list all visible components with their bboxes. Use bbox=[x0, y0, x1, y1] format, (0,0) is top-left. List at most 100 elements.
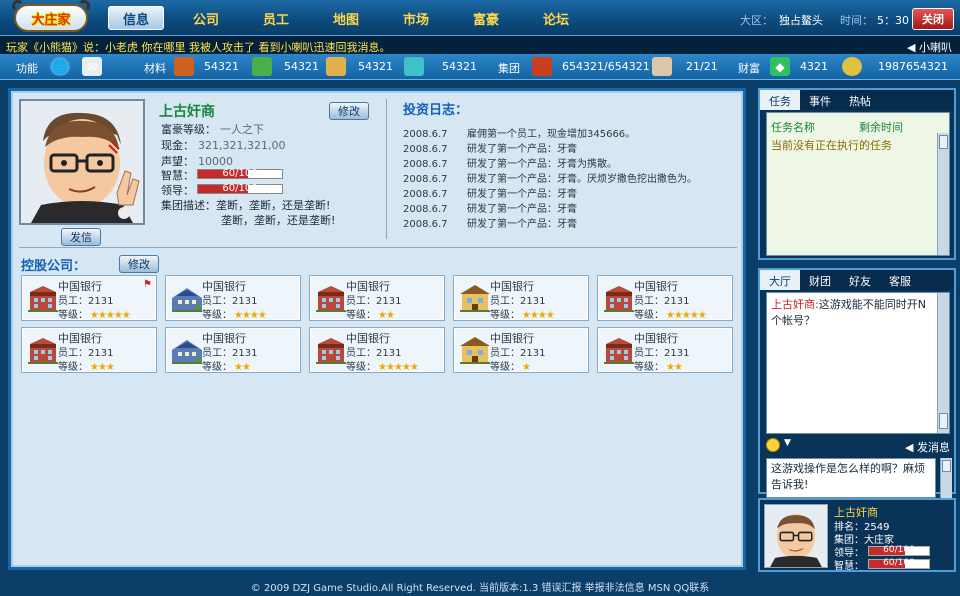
time-value: 5：30 bbox=[877, 14, 909, 27]
log-date: 2008.6.7 bbox=[403, 189, 448, 200]
company-building-icon bbox=[602, 334, 636, 366]
chat-scrollbar[interactable] bbox=[937, 293, 949, 433]
company-level-label: 等级： bbox=[634, 362, 664, 373]
log-text: 研发了第一个产品：牙膏为携散。 bbox=[467, 159, 617, 170]
company-card[interactable]: 中国银行 员工：2131 等级： ★★★★★ ⚑ bbox=[21, 275, 157, 321]
chat-sender[interactable]: 上古奸商: bbox=[771, 298, 819, 311]
user-card: 上古奸商 排名：2549 集团：大庄家 领导： 60/100 智慧： 60/10… bbox=[758, 498, 956, 572]
globe-icon[interactable]: 🌐 bbox=[50, 57, 70, 76]
tab-support[interactable]: 客服 bbox=[880, 270, 920, 290]
staff-value: 21/21 bbox=[686, 60, 718, 73]
company-stars: ★★★ bbox=[90, 362, 115, 373]
input-scrollbar[interactable] bbox=[940, 458, 952, 498]
company-card[interactable]: 中国银行 员工：2131 等级： ★ bbox=[453, 327, 589, 373]
company-card[interactable]: 中国银行 员工：2131 等级： ★★ bbox=[597, 327, 733, 373]
company-card[interactable]: 中国银行 员工：2131 等级： ★★★★ bbox=[165, 275, 301, 321]
game-logo: 大庄家 bbox=[12, 0, 90, 32]
edit-holdings-button[interactable]: 修改 bbox=[119, 255, 159, 273]
company-building-icon bbox=[602, 282, 636, 314]
task-tabs: 任务 事件 热帖 bbox=[760, 90, 954, 110]
task-scroll-thumb[interactable] bbox=[939, 135, 948, 149]
company-staff: 员工：2131 bbox=[346, 292, 401, 307]
task-scrollbar[interactable] bbox=[937, 133, 949, 255]
chat-toolbar: ▼ ◀ 发消息 bbox=[760, 436, 954, 456]
logo-text: 大庄家 bbox=[31, 12, 71, 28]
flag-icon[interactable]: ⚑ bbox=[143, 279, 152, 290]
wealth-label: 财富 bbox=[738, 62, 760, 75]
send-message-button[interactable]: ◀ 发消息 bbox=[905, 439, 950, 455]
tab-hot-posts[interactable]: 热帖 bbox=[840, 90, 880, 110]
company-stars: ★★★★★ bbox=[378, 362, 419, 373]
marquee-text: 玩家《小熊猫》说：小老虎 你在哪里 我被人攻击了 看到小喇叭迅速回我消息。 bbox=[6, 41, 391, 54]
company-card[interactable]: 中国银行 员工：2131 等级： ★★★★ bbox=[453, 275, 589, 321]
top-bar: 大庄家 信息 公司 员工 地图 市场 富豪 论坛 大区： 独占鳌头 时间： 5：30… bbox=[0, 0, 960, 36]
company-level-label: 等级： bbox=[346, 362, 376, 373]
log-date: 2008.6.7 bbox=[403, 219, 448, 230]
company-level-label: 等级： bbox=[346, 310, 376, 321]
function-label: 功能 bbox=[16, 62, 38, 75]
input-scroll-thumb[interactable] bbox=[942, 460, 951, 472]
chat-input[interactable]: 这游戏操作是怎么样的啊？麻烦告诉我! bbox=[766, 458, 936, 498]
nav-company[interactable]: 公司 bbox=[178, 6, 234, 30]
company-card[interactable]: 中国银行 员工：2131 等级： ★★★★★ bbox=[309, 327, 445, 373]
company-staff: 员工：2131 bbox=[58, 292, 113, 307]
chat-scroll-thumb[interactable] bbox=[939, 413, 948, 429]
company-level: 等级： ★★★ bbox=[58, 358, 115, 373]
user-lead-bar-text: 60/100 bbox=[883, 545, 915, 555]
tab-lobby[interactable]: 大厅 bbox=[760, 270, 800, 290]
tab-events[interactable]: 事件 bbox=[800, 90, 840, 110]
company-building-icon bbox=[314, 282, 348, 314]
tab-friends[interactable]: 好友 bbox=[840, 270, 880, 290]
company-card[interactable]: 中国银行 员工：2131 等级： ★★ bbox=[165, 327, 301, 373]
holdings-title: 控股公司： bbox=[21, 259, 87, 274]
send-mail-button[interactable]: 发信 bbox=[61, 228, 101, 246]
log-entry: 2008.6.7 研发了第一个产品：牙膏 bbox=[403, 185, 577, 200]
gem-value: 4321 bbox=[800, 60, 828, 73]
company-stars: ★★ bbox=[378, 310, 395, 321]
task-list: 任务名称 剩余时间 当前没有正在执行的任务 bbox=[766, 112, 950, 256]
building-icon bbox=[532, 57, 552, 76]
log-date: 2008.6.7 bbox=[403, 159, 448, 170]
nav-forum[interactable]: 论坛 bbox=[528, 6, 584, 30]
nav-staff[interactable]: 员工 bbox=[248, 6, 304, 30]
desc-line-2: 垄断，垄断，还是垄断! bbox=[221, 214, 336, 227]
nav-info[interactable]: 信息 bbox=[108, 6, 164, 30]
time-display: 时间： 5：30 bbox=[840, 12, 909, 28]
edit-profile-button[interactable]: 修改 bbox=[329, 102, 369, 120]
mail-icon[interactable]: ✉ bbox=[82, 57, 102, 76]
tab-consortium[interactable]: 财团 bbox=[800, 270, 840, 290]
company-card[interactable]: 中国银行 员工：2131 等级： ★★★ bbox=[21, 327, 157, 373]
log-text: 研发了第一个产品：牙膏 bbox=[467, 189, 577, 200]
section-divider bbox=[19, 247, 737, 248]
company-card[interactable]: 中国银行 员工：2131 等级： ★★★★★ bbox=[597, 275, 733, 321]
info-panel: 发信 上古奸商 修改 富豪等级： 一人之下 现金： 321,321,321,00 声… bbox=[8, 88, 746, 570]
footer: © 2009 DZJ Game Studio.All Right Reserve… bbox=[0, 576, 960, 596]
company-building-icon bbox=[458, 334, 492, 366]
emoji-icon[interactable] bbox=[766, 438, 780, 452]
company-staff: 员工：2131 bbox=[202, 292, 257, 307]
log-entry: 2008.6.7 研发了第一个产品：牙膏为携散。 bbox=[403, 155, 617, 170]
log-text: 研发了第一个产品：牙膏 bbox=[467, 204, 577, 215]
company-building-icon bbox=[170, 282, 204, 314]
close-button[interactable]: 关闭 bbox=[912, 8, 954, 30]
nav-map[interactable]: 地图 bbox=[318, 6, 374, 30]
company-level: 等级： ★★ bbox=[202, 358, 251, 373]
rank-row: 富豪等级： 一人之下 bbox=[161, 121, 264, 137]
cash-value: 321,321,321,00 bbox=[198, 139, 286, 152]
chevron-down-icon[interactable]: ▼ bbox=[784, 438, 791, 448]
group-label: 集团 bbox=[498, 62, 520, 75]
people-icon bbox=[652, 57, 672, 76]
user-avatar bbox=[764, 504, 828, 568]
nav-rich[interactable]: 富豪 bbox=[458, 6, 514, 30]
company-building-icon bbox=[458, 282, 492, 314]
log-entry: 2008.6.7 研发了第一个产品：牙膏。厌烦岁撒色挖出撒色为。 bbox=[403, 170, 697, 185]
nav-market[interactable]: 市场 bbox=[388, 6, 444, 30]
send-message-label: 发消息 bbox=[917, 441, 950, 454]
chat-tabs: 大厅 财团 好友 客服 bbox=[760, 270, 954, 290]
company-level-label: 等级： bbox=[202, 310, 232, 321]
log-text: 研发了第一个产品：牙膏 bbox=[467, 219, 577, 230]
company-card[interactable]: 中国银行 员工：2131 等级： ★★ bbox=[309, 275, 445, 321]
speaker-button[interactable]: ◀ 小喇叭 bbox=[907, 39, 952, 54]
tab-tasks[interactable]: 任务 bbox=[760, 90, 800, 110]
desc-label: 集团描述： bbox=[161, 199, 216, 212]
